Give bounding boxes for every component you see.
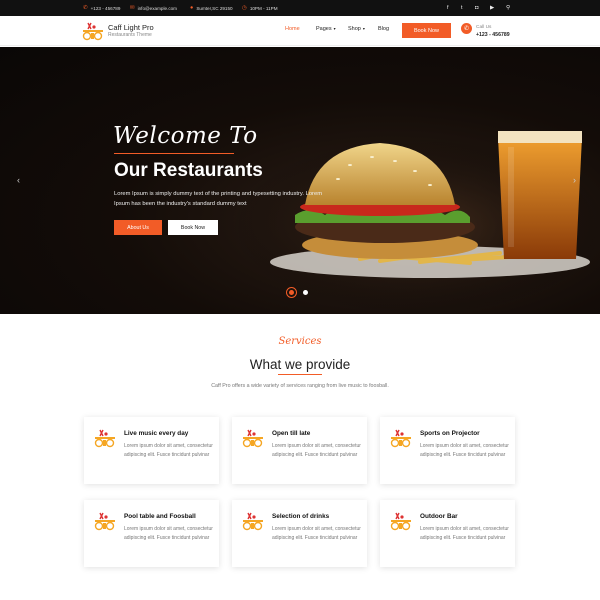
service-card-outdoor-bar[interactable]: Outdoor Bar Lorem ipsum dolor sit amet, …: [380, 500, 515, 567]
phone-icon: ✆: [461, 23, 472, 34]
service-icon: [94, 429, 115, 448]
location-pin-icon: ●: [190, 5, 194, 11]
hero-title-underline: [114, 153, 234, 154]
service-icon: [390, 429, 411, 448]
service-card-text: Lorem ipsum dolor sit amet, consectetur …: [272, 526, 361, 541]
nav-shop-label: Shop: [348, 26, 361, 32]
nav-home[interactable]: Home: [285, 26, 300, 32]
about-us-button[interactable]: About Us: [114, 220, 162, 235]
nav-blog-label: Blog: [378, 26, 390, 32]
site-header: Caff Light Pro Restaurants Theme Home Pa…: [0, 16, 600, 46]
hero-slider: ‹ › Welcome To Our Restaurants Lorem Ips…: [0, 47, 600, 314]
service-card-text: Lorem ipsum dolor sit amet, consectetur …: [272, 443, 361, 458]
nav-blog[interactable]: Blog: [378, 26, 389, 32]
service-card-text: Lorem ipsum dolor sit amet, consectetur …: [124, 526, 213, 541]
service-card-sports[interactable]: Sports on Projector Lorem ipsum dolor si…: [380, 417, 515, 484]
brand-subtitle: Restaurants Theme: [108, 32, 152, 38]
service-icon: [242, 429, 263, 448]
services-heading-underline: [278, 374, 322, 375]
slider-next-arrow[interactable]: ›: [573, 175, 576, 185]
chevron-down-icon: ▾: [333, 26, 336, 31]
services-script-title: Services: [278, 336, 322, 347]
nav-pages-label: Pages: [316, 26, 332, 32]
youtube-icon[interactable]: ▶: [490, 0, 494, 16]
nav-home-label: Home: [285, 26, 300, 32]
topbar-email[interactable]: ✉ info@example.com: [130, 0, 177, 16]
service-card-title: Pool table and Foosball: [124, 513, 196, 520]
service-card-pool-table[interactable]: Pool table and Foosball Lorem ipsum dolo…: [84, 500, 219, 567]
topbar-hours-text: 10PM - 11PM: [249, 5, 278, 11]
instagram-icon[interactable]: ◘: [475, 0, 478, 16]
service-card-drinks[interactable]: Selection of drinks Lorem ipsum dolor si…: [232, 500, 367, 567]
clock-icon: ◷: [242, 5, 247, 11]
service-card-title: Sports on Projector: [420, 430, 480, 437]
service-icon: [94, 512, 115, 531]
burger-and-beer-image: [230, 131, 600, 314]
slider-dot-active[interactable]: [286, 287, 297, 298]
service-card-title: Open till late: [272, 430, 311, 437]
topbar-hours: ◷ 10PM - 11PM: [242, 0, 278, 16]
book-now-button[interactable]: Book Now: [402, 23, 451, 38]
services-description: Caff Pro offers a wide variety of servic…: [211, 383, 389, 389]
facebook-icon[interactable]: f: [447, 0, 449, 16]
twitter-icon[interactable]: t: [461, 0, 463, 16]
call-us-number[interactable]: +123 - 456789: [476, 32, 510, 38]
service-card-text: Lorem ipsum dolor sit amet, consectetur …: [420, 443, 509, 458]
logo-icon[interactable]: [82, 21, 104, 41]
slider-prev-arrow[interactable]: ‹: [17, 175, 20, 185]
topbar-email-text: info@example.com: [137, 5, 177, 11]
brand-title[interactable]: Caff Light Pro: [108, 23, 154, 32]
service-card-open-late[interactable]: Open till late Lorem ipsum dolor sit ame…: [232, 417, 367, 484]
service-card-title: Outdoor Bar: [420, 513, 458, 520]
mail-icon: ✉: [130, 5, 135, 11]
service-card-text: Lorem ipsum dolor sit amet, consectetur …: [124, 443, 213, 458]
service-card-text: Lorem ipsum dolor sit amet, consectetur …: [420, 526, 509, 541]
service-icon: [390, 512, 411, 531]
topbar-phone[interactable]: ✆ +123 - 456789: [83, 0, 120, 16]
service-icon: [242, 512, 263, 531]
call-us-label: Call Us: [476, 25, 492, 30]
nav-pages[interactable]: Pages ▾: [316, 26, 336, 32]
service-card-live-music[interactable]: Live music every day Lorem ipsum dolor s…: [84, 417, 219, 484]
search-icon[interactable]: ⚲: [506, 0, 510, 16]
topbar-phone-text: +123 - 456789: [90, 5, 121, 11]
chevron-down-icon: ▾: [362, 26, 365, 31]
service-card-title: Live music every day: [124, 430, 189, 437]
topbar-address-text: Sumter,SC 29150: [196, 5, 233, 11]
slider-dot[interactable]: [303, 290, 308, 295]
topbar-address: ● Sumter,SC 29150: [190, 0, 233, 16]
service-card-title: Selection of drinks: [272, 513, 330, 520]
services-heading: What we provide: [249, 357, 351, 372]
hero-script-title: Welcome To: [113, 123, 258, 149]
top-bar: ✆ +123 - 456789 ✉ info@example.com ● Sum…: [0, 0, 600, 16]
hero-title: Our Restaurants: [114, 160, 263, 181]
phone-icon: ✆: [83, 5, 88, 11]
nav-shop[interactable]: Shop ▾: [348, 26, 365, 32]
hero-description: Lorem Ipsum is simply dummy text of the …: [114, 191, 323, 207]
hero-book-now-button[interactable]: Book Now: [168, 220, 218, 235]
